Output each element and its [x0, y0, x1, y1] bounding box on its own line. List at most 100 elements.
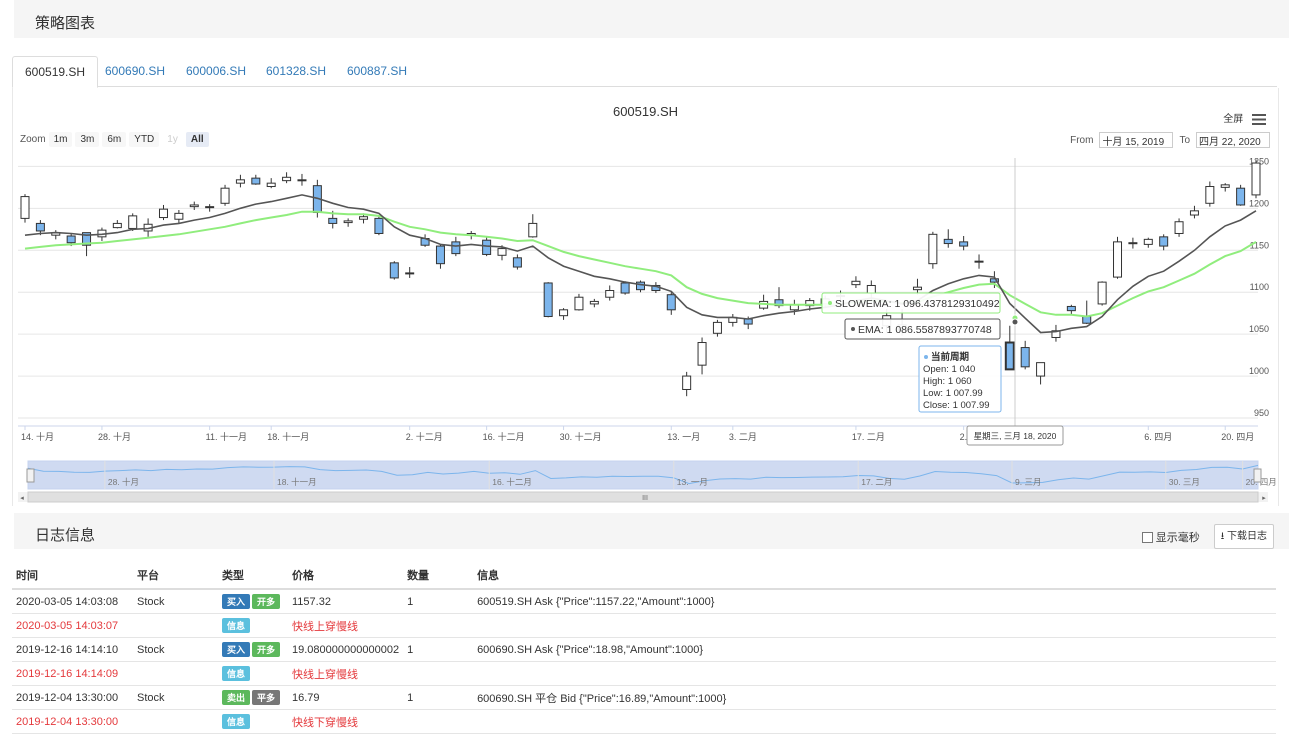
candle[interactable]: [620, 282, 630, 294]
navigator-left-handle[interactable]: [26, 468, 35, 483]
buy-badge: 买入: [222, 594, 251, 609]
candle[interactable]: [189, 204, 199, 208]
candle[interactable]: [251, 177, 261, 185]
log-qty: 1: [403, 637, 474, 662]
scrollbar[interactable]: III ◂ ▸: [18, 491, 1268, 503]
candle[interactable]: [928, 233, 938, 265]
candle[interactable]: [666, 294, 676, 311]
candle[interactable]: [1189, 210, 1199, 216]
candle[interactable]: [712, 321, 722, 334]
log-time: 2019-12-04 13:30:00: [12, 709, 133, 734]
candle[interactable]: [697, 342, 707, 366]
tab-600887[interactable]: 600887.SH: [335, 56, 419, 86]
log-time: 2020-03-05 14:03:07: [12, 613, 133, 638]
candle[interactable]: [574, 296, 584, 311]
candle[interactable]: [1205, 186, 1215, 204]
ohlc-low: Low: 1 007.99: [923, 388, 983, 399]
candle[interactable]: [389, 262, 399, 279]
long-badge: 开多: [252, 594, 281, 609]
candle[interactable]: [1159, 236, 1169, 247]
candle[interactable]: [1004, 341, 1015, 371]
candle[interactable]: [943, 238, 953, 245]
candle[interactable]: [636, 281, 645, 291]
tab-601328[interactable]: 601328.SH: [254, 56, 338, 86]
candle[interactable]: [959, 241, 969, 247]
candle[interactable]: [974, 260, 984, 263]
col-qty: 数量: [403, 562, 474, 590]
candle[interactable]: [482, 239, 492, 255]
symbol-tabs: 600519.SH 600690.SH 600006.SH 601328.SH …: [12, 56, 1277, 88]
candle[interactable]: [1097, 281, 1107, 305]
log-row: 2019-12-04 13:30:00 信息 快线下穿慢线: [12, 709, 1276, 734]
candle[interactable]: [512, 257, 522, 268]
candle[interactable]: [1036, 362, 1046, 377]
navigator-right-handle[interactable]: [1253, 468, 1262, 483]
navigator[interactable]: 28. 十月 18. 十一月 16. 十二月 13. 一月 17. 二月 9. 三月 30.…: [26, 460, 1277, 490]
col-price: 价格: [288, 562, 404, 590]
navigator-mask[interactable]: [27, 460, 1259, 490]
candle[interactable]: [174, 212, 184, 220]
show-ms-label[interactable]: 显示毫秒: [1156, 532, 1200, 544]
candle[interactable]: [1020, 347, 1030, 368]
candle[interactable]: [1128, 242, 1138, 245]
candle[interactable]: [1082, 316, 1092, 324]
log-table: 时间 平台 类型 价格 数量 信息 2020-03-05 14:03:08 Sto…: [12, 562, 1276, 734]
log-platform: [133, 661, 218, 686]
candle[interactable]: [282, 176, 292, 182]
candle[interactable]: [128, 215, 138, 229]
y-tick-label: 950: [1254, 408, 1269, 418]
candle[interactable]: [266, 182, 276, 188]
candle[interactable]: [543, 282, 553, 318]
candle[interactable]: [374, 217, 384, 234]
candle[interactable]: [912, 286, 922, 291]
candle[interactable]: [851, 280, 861, 286]
candle[interactable]: [1113, 241, 1123, 278]
candle[interactable]: [112, 222, 122, 229]
log-type: 买入 开多: [218, 589, 288, 614]
candle[interactable]: [343, 220, 353, 224]
candle[interactable]: [20, 196, 30, 219]
candle[interactable]: [1251, 162, 1261, 196]
scroll-right-icon[interactable]: ▸: [1262, 495, 1266, 502]
candle[interactable]: [497, 248, 507, 256]
candle[interactable]: [435, 245, 445, 265]
candle[interactable]: [35, 222, 45, 232]
candle[interactable]: [235, 179, 245, 184]
candle[interactable]: [66, 235, 76, 244]
candle[interactable]: [451, 241, 461, 255]
tab-600690[interactable]: 600690.SH: [93, 56, 177, 86]
x-tick-label: 13. 一月: [667, 432, 700, 442]
y-tick-label: 1150: [1250, 240, 1269, 250]
checkbox-icon[interactable]: [1141, 532, 1153, 544]
show-ms-checkbox[interactable]: 显示毫秒: [1141, 529, 1200, 545]
log-type: 卖出 平多: [218, 685, 288, 710]
candle[interactable]: [359, 216, 369, 220]
scroll-left-icon[interactable]: ◂: [20, 495, 24, 502]
candle[interactable]: [297, 179, 307, 182]
sell-badge: 卖出: [222, 690, 251, 705]
tab-600006[interactable]: 600006.SH: [174, 56, 258, 86]
candle[interactable]: [405, 272, 415, 275]
candle[interactable]: [589, 300, 599, 305]
candle[interactable]: [205, 206, 215, 209]
slowema-series-line: [24, 210, 1257, 318]
candle[interactable]: [1066, 305, 1076, 312]
tab-600519[interactable]: 600519.SH: [12, 56, 99, 88]
candle[interactable]: [605, 290, 615, 298]
candle[interactable]: [1220, 184, 1230, 188]
candle[interactable]: [559, 309, 569, 317]
candle[interactable]: [866, 284, 876, 294]
candle[interactable]: [1236, 187, 1246, 206]
download-log-button[interactable]: ⭳ 下载日志: [1213, 524, 1274, 549]
candle[interactable]: [528, 222, 538, 238]
log-price: 快线上穿慢线: [288, 613, 404, 638]
candle[interactable]: [220, 187, 230, 204]
candle[interactable]: [1174, 221, 1184, 234]
download-icon: ⭳: [1220, 531, 1225, 542]
log-panel-header: 日志信息: [14, 513, 1289, 549]
candle[interactable]: [682, 375, 692, 390]
candle[interactable]: [158, 208, 168, 219]
candle[interactable]: [1143, 238, 1153, 245]
chart-plot[interactable]: 125012001150110010501000950 14. 十月 28. 十月…: [13, 88, 1278, 506]
candle[interactable]: [328, 217, 338, 224]
